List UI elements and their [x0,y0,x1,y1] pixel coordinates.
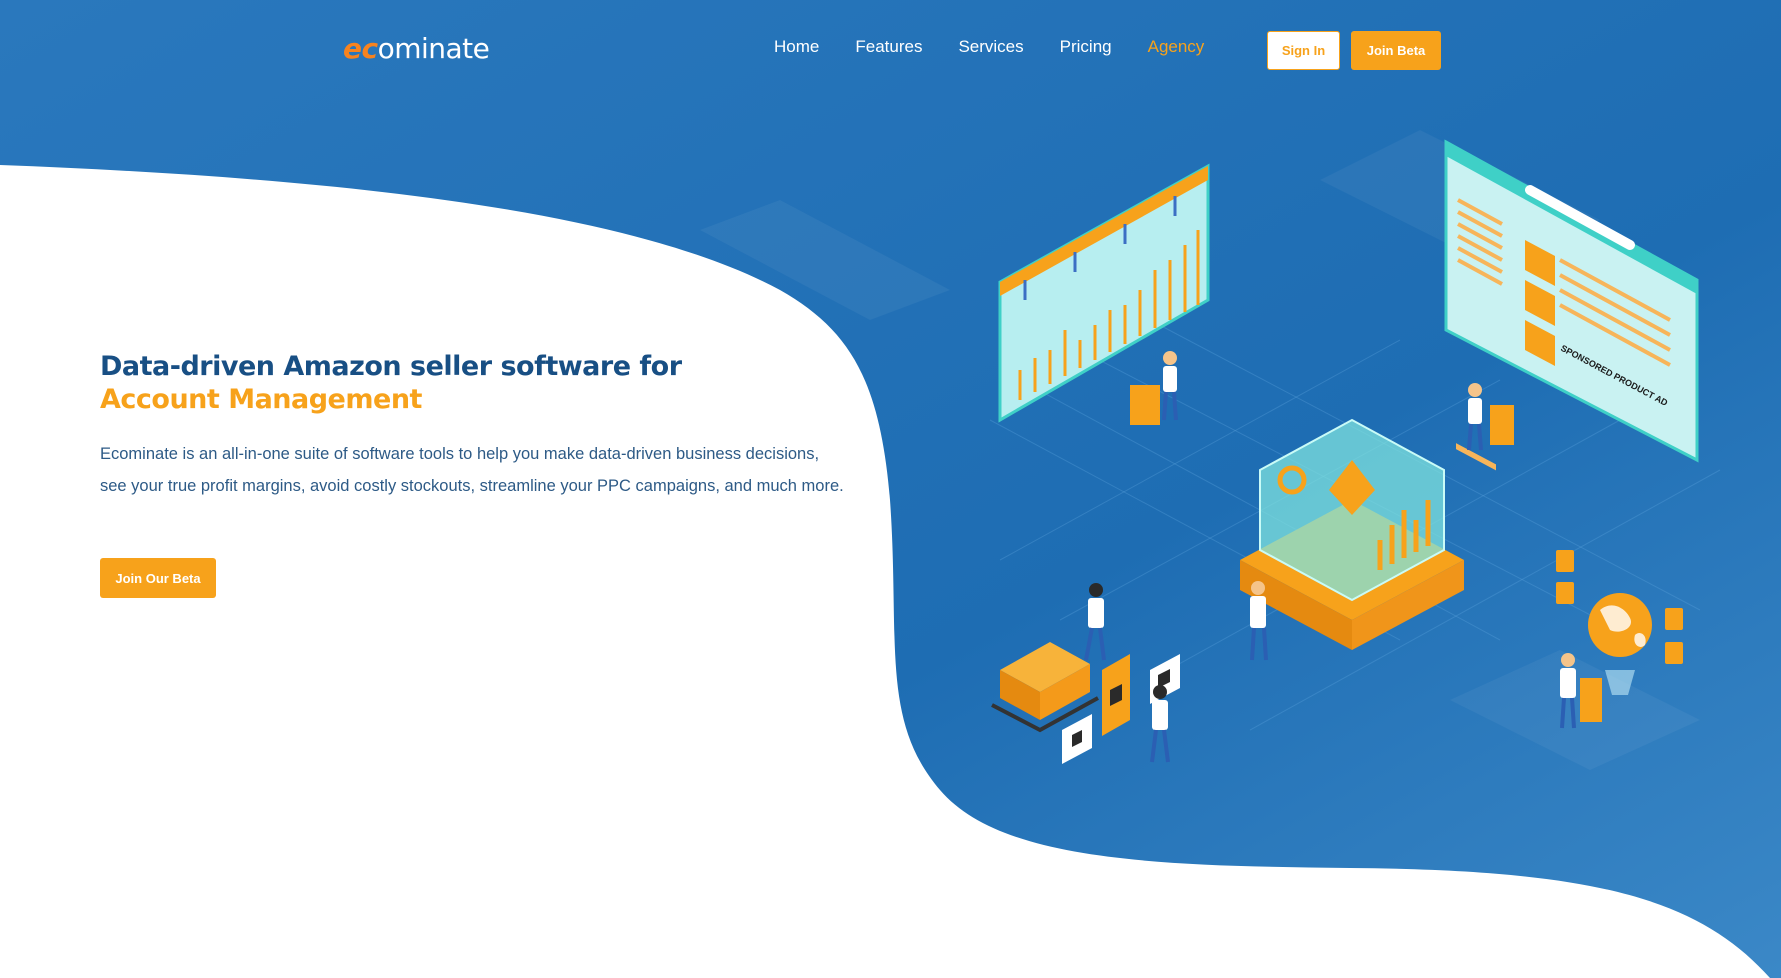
logo-suffix: ominate [377,32,490,65]
join-beta-button[interactable]: Join Beta [1351,31,1441,70]
nav-pricing-link[interactable]: Pricing [1060,37,1112,57]
hero-title-line1: Data-driven Amazon seller software for [100,351,682,382]
ecominate-logo[interactable]: ecominate [343,32,490,65]
join-our-beta-button[interactable]: Join Our Beta [100,558,216,598]
nav-home-link[interactable]: Home [774,37,819,57]
hero-title-highlight: Account Management [100,384,422,415]
warehouse-boxes-icon [991,642,1180,764]
nav-agency-link[interactable]: Agency [1148,37,1205,57]
top-navigation: ecominate Home Features Services Pricing… [0,0,1781,100]
sign-in-button[interactable]: Sign In [1267,31,1340,70]
nav-services-link[interactable]: Services [958,37,1023,57]
hero-title: Data-driven Amazon seller software for A… [100,350,860,416]
nav-features-link[interactable]: Features [855,37,922,57]
hero-section: Data-driven Amazon seller software for A… [100,350,860,502]
data-cube-icon [1240,418,1464,650]
isometric-illustration: SPONSORED PRODUCT AD [991,139,1699,764]
browser-ad-screen-icon: SPONSORED PRODUCT AD [1444,139,1699,471]
main-menu: Home Features Services Pricing Agency [774,37,1240,57]
logo-prefix: ec [343,32,378,65]
hero-description: Ecominate is an all-in-one suite of soft… [100,445,844,495]
